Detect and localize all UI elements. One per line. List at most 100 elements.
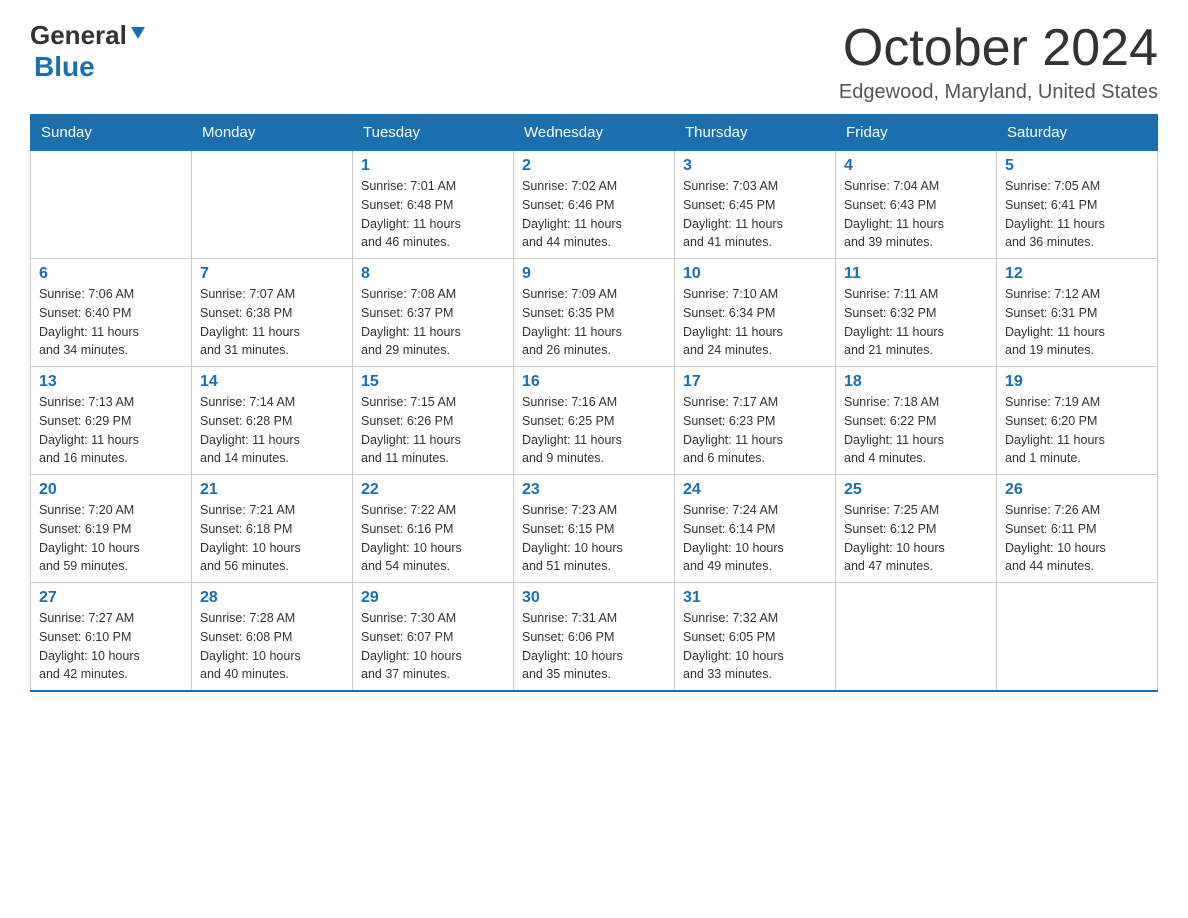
calendar-header-saturday: Saturday <box>997 115 1158 150</box>
calendar-cell: 26 Sunrise: 7:26 AM Sunset: 6:11 PM Dayli… <box>997 475 1158 583</box>
day-number: 10 <box>683 265 827 283</box>
calendar-cell: 19Sunrise: 7:19 AM Sunset: 6:20 PM Dayli… <box>997 367 1158 475</box>
day-number: 30 <box>522 589 666 607</box>
logo-general-text: General <box>30 20 127 51</box>
calendar-week-5: 27Sunrise: 7:27 AM Sunset: 6:10 PM Dayli… <box>31 583 1158 692</box>
day-info: Sunrise: 7:17 AM Sunset: 6:23 PM Dayligh… <box>683 393 827 468</box>
day-info: Sunrise: 7:16 AM Sunset: 6:25 PM Dayligh… <box>522 393 666 468</box>
day-number: 12 <box>1005 265 1149 283</box>
calendar-cell: 29 Sunrise: 7:30 AM Sunset: 6:07 PM Dayli… <box>353 583 514 692</box>
calendar-cell: 12 Sunrise: 7:12 AM Sunset: 6:31 PM Dayli… <box>997 259 1158 367</box>
calendar-cell: 27Sunrise: 7:27 AM Sunset: 6:10 PM Dayli… <box>31 583 192 692</box>
day-info: Sunrise: 7:14 AM Sunset: 6:28 PM Dayligh… <box>200 393 344 468</box>
day-info: Sunrise: 7:32 AM Sunset: 6:05 PM Dayligh… <box>683 609 827 684</box>
title-block: October 2024 Edgewood, Maryland, United … <box>839 20 1158 104</box>
day-info: Sunrise: 7:15 AM Sunset: 6:26 PM Dayligh… <box>361 393 505 468</box>
day-info: Sunrise: 7:24 AM Sunset: 6:14 PM Dayligh… <box>683 501 827 576</box>
calendar-cell: 15 Sunrise: 7:15 AM Sunset: 6:26 PM Dayli… <box>353 367 514 475</box>
calendar-cell: 13 Sunrise: 7:13 AM Sunset: 6:29 PM Dayli… <box>31 367 192 475</box>
day-info: Sunrise: 7:06 AM Sunset: 6:40 PM Dayligh… <box>39 285 183 360</box>
day-number: 26 <box>1005 481 1149 499</box>
day-info: Sunrise: 7:23 AM Sunset: 6:15 PM Dayligh… <box>522 501 666 576</box>
day-number: 14 <box>200 373 344 391</box>
calendar-cell: 14 Sunrise: 7:14 AM Sunset: 6:28 PM Dayli… <box>192 367 353 475</box>
day-info: Sunrise: 7:02 AM Sunset: 6:46 PM Dayligh… <box>522 177 666 252</box>
calendar-cell: 3 Sunrise: 7:03 AM Sunset: 6:45 PM Daylig… <box>675 150 836 259</box>
day-number: 28 <box>200 589 344 607</box>
day-number: 5 <box>1005 157 1149 175</box>
day-number: 29 <box>361 589 505 607</box>
calendar-week-4: 20 Sunrise: 7:20 AM Sunset: 6:19 PM Dayli… <box>31 475 1158 583</box>
page-header: General Blue October 2024 Edgewood, Mary… <box>30 20 1158 104</box>
day-number: 13 <box>39 373 183 391</box>
day-number: 21 <box>200 481 344 499</box>
calendar-cell: 5 Sunrise: 7:05 AM Sunset: 6:41 PM Daylig… <box>997 150 1158 259</box>
day-number: 25 <box>844 481 988 499</box>
day-info: Sunrise: 7:25 AM Sunset: 6:12 PM Dayligh… <box>844 501 988 576</box>
day-info: Sunrise: 7:31 AM Sunset: 6:06 PM Dayligh… <box>522 609 666 684</box>
day-info: Sunrise: 7:22 AM Sunset: 6:16 PM Dayligh… <box>361 501 505 576</box>
day-number: 6 <box>39 265 183 283</box>
calendar-cell: 8 Sunrise: 7:08 AM Sunset: 6:37 PM Daylig… <box>353 259 514 367</box>
calendar-cell: 24 Sunrise: 7:24 AM Sunset: 6:14 PM Dayli… <box>675 475 836 583</box>
calendar-cell: 31 Sunrise: 7:32 AM Sunset: 6:05 PM Dayli… <box>675 583 836 692</box>
calendar-header: SundayMondayTuesdayWednesdayThursdayFrid… <box>31 115 1158 150</box>
calendar-cell: 10 Sunrise: 7:10 AM Sunset: 6:34 PM Dayli… <box>675 259 836 367</box>
day-number: 20 <box>39 481 183 499</box>
logo-arrow-icon <box>129 24 147 47</box>
day-info: Sunrise: 7:28 AM Sunset: 6:08 PM Dayligh… <box>200 609 344 684</box>
day-info: Sunrise: 7:30 AM Sunset: 6:07 PM Dayligh… <box>361 609 505 684</box>
calendar-cell: 4 Sunrise: 7:04 AM Sunset: 6:43 PM Daylig… <box>836 150 997 259</box>
calendar-week-3: 13 Sunrise: 7:13 AM Sunset: 6:29 PM Dayli… <box>31 367 1158 475</box>
day-number: 31 <box>683 589 827 607</box>
calendar-cell: 9 Sunrise: 7:09 AM Sunset: 6:35 PM Daylig… <box>514 259 675 367</box>
calendar-header-friday: Friday <box>836 115 997 150</box>
day-info: Sunrise: 7:08 AM Sunset: 6:37 PM Dayligh… <box>361 285 505 360</box>
calendar-cell <box>31 150 192 259</box>
calendar-cell: 16 Sunrise: 7:16 AM Sunset: 6:25 PM Dayli… <box>514 367 675 475</box>
day-number: 22 <box>361 481 505 499</box>
day-info: Sunrise: 7:03 AM Sunset: 6:45 PM Dayligh… <box>683 177 827 252</box>
calendar-cell <box>192 150 353 259</box>
day-number: 24 <box>683 481 827 499</box>
logo: General Blue <box>30 20 147 83</box>
day-number: 15 <box>361 373 505 391</box>
calendar-cell: 1 Sunrise: 7:01 AM Sunset: 6:48 PM Daylig… <box>353 150 514 259</box>
calendar-cell: 6 Sunrise: 7:06 AM Sunset: 6:40 PM Daylig… <box>31 259 192 367</box>
day-number: 7 <box>200 265 344 283</box>
day-info: Sunrise: 7:21 AM Sunset: 6:18 PM Dayligh… <box>200 501 344 576</box>
calendar-cell: 17Sunrise: 7:17 AM Sunset: 6:23 PM Dayli… <box>675 367 836 475</box>
calendar-cell: 28 Sunrise: 7:28 AM Sunset: 6:08 PM Dayli… <box>192 583 353 692</box>
day-info: Sunrise: 7:27 AM Sunset: 6:10 PM Dayligh… <box>39 609 183 684</box>
day-info: Sunrise: 7:10 AM Sunset: 6:34 PM Dayligh… <box>683 285 827 360</box>
calendar-cell: 2 Sunrise: 7:02 AM Sunset: 6:46 PM Daylig… <box>514 150 675 259</box>
day-info: Sunrise: 7:13 AM Sunset: 6:29 PM Dayligh… <box>39 393 183 468</box>
day-info: Sunrise: 7:09 AM Sunset: 6:35 PM Dayligh… <box>522 285 666 360</box>
day-info: Sunrise: 7:01 AM Sunset: 6:48 PM Dayligh… <box>361 177 505 252</box>
day-number: 9 <box>522 265 666 283</box>
calendar-cell: 25 Sunrise: 7:25 AM Sunset: 6:12 PM Dayli… <box>836 475 997 583</box>
day-number: 11 <box>844 265 988 283</box>
calendar-cell <box>997 583 1158 692</box>
day-number: 3 <box>683 157 827 175</box>
day-number: 4 <box>844 157 988 175</box>
day-number: 2 <box>522 157 666 175</box>
day-number: 1 <box>361 157 505 175</box>
calendar-cell: 7Sunrise: 7:07 AM Sunset: 6:38 PM Daylig… <box>192 259 353 367</box>
calendar-week-1: 1 Sunrise: 7:01 AM Sunset: 6:48 PM Daylig… <box>31 150 1158 259</box>
day-info: Sunrise: 7:04 AM Sunset: 6:43 PM Dayligh… <box>844 177 988 252</box>
calendar-cell: 30 Sunrise: 7:31 AM Sunset: 6:06 PM Dayli… <box>514 583 675 692</box>
day-info: Sunrise: 7:26 AM Sunset: 6:11 PM Dayligh… <box>1005 501 1149 576</box>
day-number: 23 <box>522 481 666 499</box>
day-info: Sunrise: 7:11 AM Sunset: 6:32 PM Dayligh… <box>844 285 988 360</box>
day-number: 16 <box>522 373 666 391</box>
day-info: Sunrise: 7:12 AM Sunset: 6:31 PM Dayligh… <box>1005 285 1149 360</box>
day-number: 19 <box>1005 373 1149 391</box>
day-info: Sunrise: 7:20 AM Sunset: 6:19 PM Dayligh… <box>39 501 183 576</box>
calendar-cell: 18Sunrise: 7:18 AM Sunset: 6:22 PM Dayli… <box>836 367 997 475</box>
calendar-header-tuesday: Tuesday <box>353 115 514 150</box>
page-title: October 2024 <box>839 20 1158 77</box>
day-number: 8 <box>361 265 505 283</box>
day-info: Sunrise: 7:05 AM Sunset: 6:41 PM Dayligh… <box>1005 177 1149 252</box>
page-subtitle: Edgewood, Maryland, United States <box>839 81 1158 104</box>
